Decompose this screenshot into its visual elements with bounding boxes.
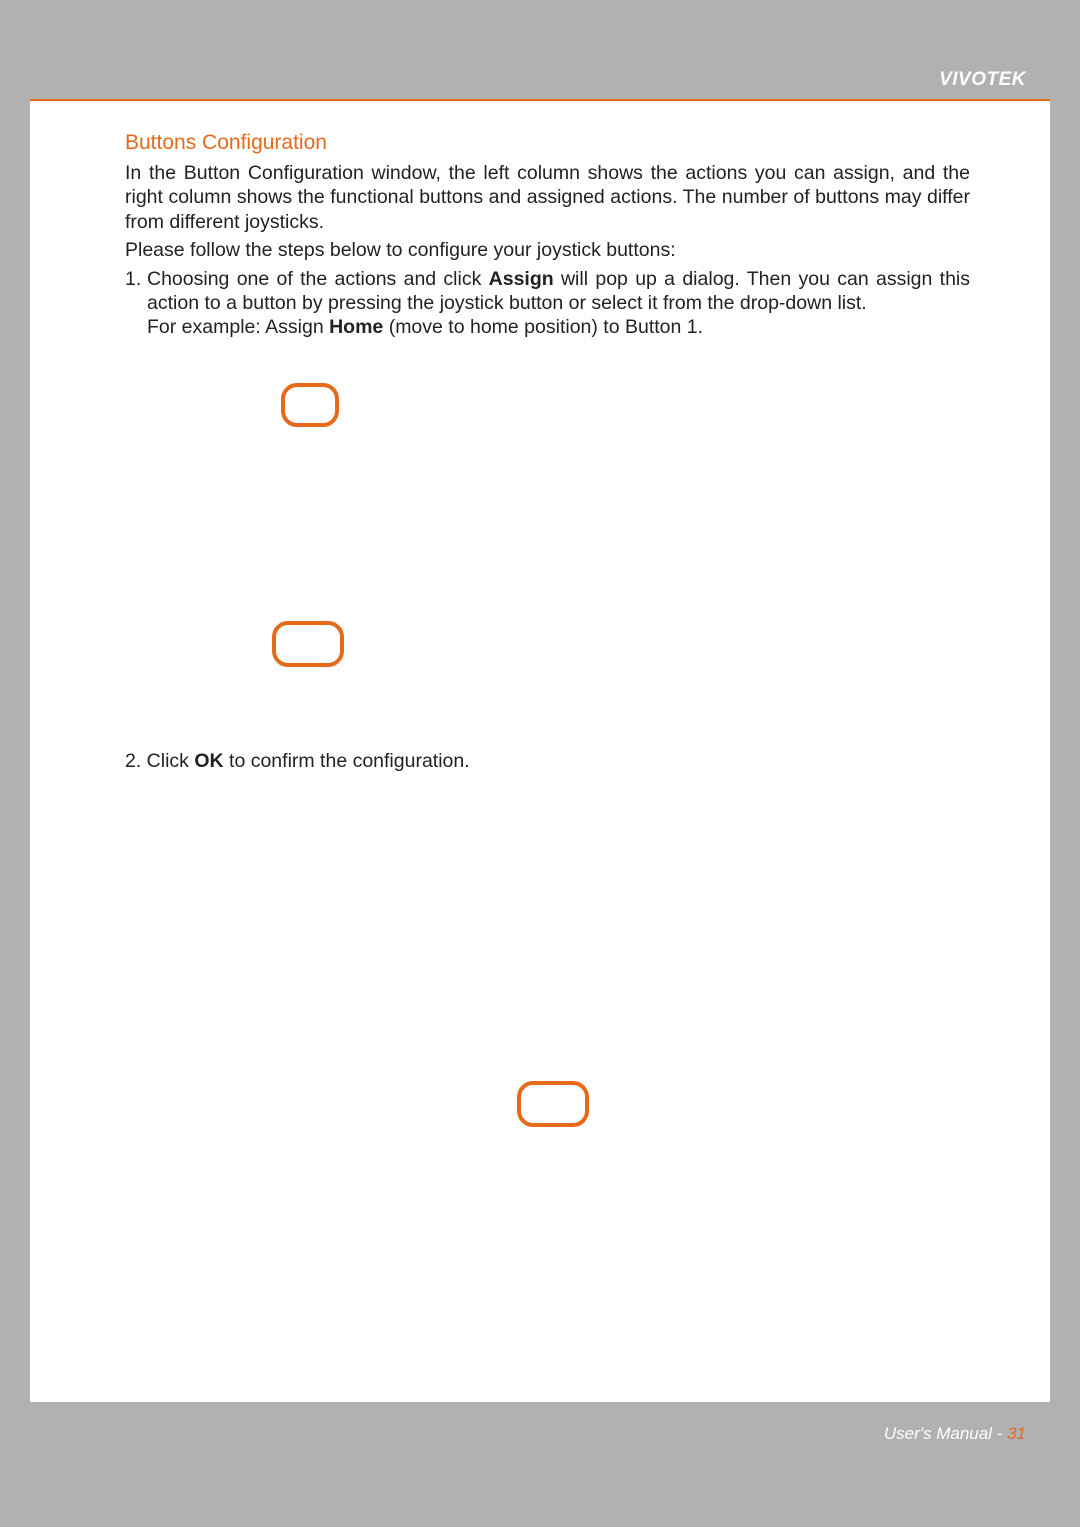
step-2-pre: 2. Click bbox=[125, 750, 194, 772]
page-header: VIVOTEK bbox=[30, 23, 1050, 101]
home-keyword: Home bbox=[329, 316, 383, 338]
page-content: Buttons Configuration In the Button Conf… bbox=[125, 131, 970, 340]
step-2-post: to confirm the configuration. bbox=[224, 750, 470, 772]
step-1-example-pre: For example: Assign bbox=[147, 316, 329, 338]
step-1-body: Choosing one of the actions and click As… bbox=[147, 267, 970, 316]
page-number: 31 bbox=[1007, 1424, 1026, 1443]
intro-paragraph: In the Button Configuration window, the … bbox=[125, 161, 970, 234]
footer-label: User's Manual - bbox=[884, 1424, 1007, 1443]
step-1-number: 1. bbox=[125, 267, 147, 316]
step-1-text-a: Choosing one of the actions and click bbox=[147, 268, 489, 290]
ok-keyword: OK bbox=[194, 750, 223, 772]
callout-highlight-1 bbox=[281, 383, 339, 427]
section-title: Buttons Configuration bbox=[125, 131, 970, 155]
assign-keyword: Assign bbox=[489, 268, 554, 290]
step-1-example-post: (move to home position) to Button 1. bbox=[383, 316, 703, 338]
step-2: 2. Click OK to confirm the configuration… bbox=[125, 749, 470, 773]
callout-highlight-3 bbox=[517, 1081, 589, 1127]
instruction-lead: Please follow the steps below to configu… bbox=[125, 238, 970, 262]
step-1-example: For example: Assign Home (move to home p… bbox=[125, 315, 970, 339]
step-1: 1. Choosing one of the actions and click… bbox=[125, 267, 970, 316]
callout-highlight-2 bbox=[272, 621, 344, 667]
footer-text: User's Manual - 31 bbox=[884, 1424, 1026, 1444]
document-page: VIVOTEK Buttons Configuration In the But… bbox=[30, 23, 1050, 1464]
brand-logo: VIVOTEK bbox=[939, 69, 1026, 91]
page-footer: User's Manual - 31 bbox=[30, 1402, 1050, 1464]
